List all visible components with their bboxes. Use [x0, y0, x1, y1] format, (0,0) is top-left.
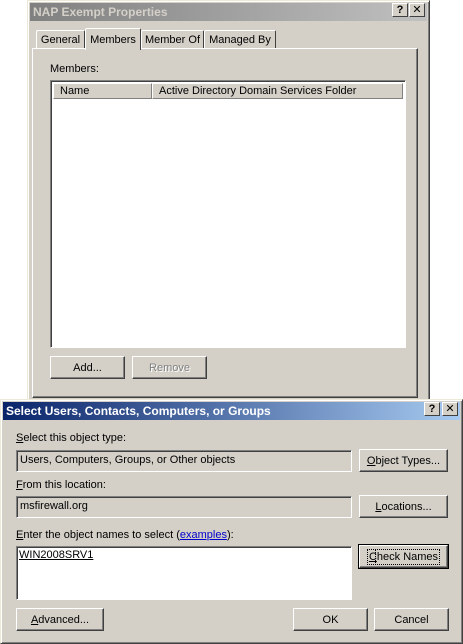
location-field: msfirewall.org — [16, 496, 352, 518]
close-icon: ✕ — [412, 3, 422, 16]
tab-label: Member Of — [144, 33, 200, 46]
cancel-button[interactable]: Cancel — [374, 608, 449, 631]
properties-close-button[interactable]: ✕ — [409, 3, 425, 17]
locations-button[interactable]: Locations... — [359, 495, 448, 518]
column-header-name[interactable]: Name — [53, 83, 152, 99]
column-header-folder[interactable]: Active Directory Domain Services Folder — [152, 83, 403, 99]
tab-general[interactable]: General — [36, 30, 85, 48]
tab-label: Managed By — [209, 33, 271, 46]
object-names-label: Enter the object names to select (exampl… — [16, 529, 234, 541]
dialog-title: Select Users, Contacts, Computers, or Gr… — [6, 404, 271, 418]
dialog-close-button[interactable]: ✕ — [442, 402, 458, 416]
object-type-field: Users, Computers, Groups, or Other objec… — [16, 450, 352, 472]
remove-button[interactable]: Remove — [132, 356, 207, 379]
members-list[interactable]: Name Active Directory Domain Services Fo… — [50, 80, 406, 348]
object-type-label: Select this object type: — [16, 432, 127, 444]
tab-label: General — [40, 33, 81, 46]
close-icon: ✕ — [445, 402, 455, 415]
tab-label: Members — [90, 33, 136, 46]
location-label: From this location: — [16, 479, 106, 491]
advanced-button[interactable]: Advanced... — [16, 608, 104, 631]
properties-help-button[interactable]: ? — [392, 3, 408, 17]
check-names-button[interactable]: Check Names — [358, 544, 449, 569]
add-button[interactable]: Add... — [50, 356, 125, 379]
ok-button[interactable]: OK — [293, 608, 368, 631]
tab-member-of[interactable]: Member Of — [141, 30, 204, 48]
tab-managed-by[interactable]: Managed By — [204, 30, 276, 48]
object-names-input[interactable]: WIN2008SRV1 — [16, 546, 352, 600]
dialog-help-button[interactable]: ? — [424, 402, 440, 416]
examples-link[interactable]: examples — [180, 529, 227, 541]
select-objects-dialog: Select Users, Contacts, Computers, or Gr… — [0, 399, 463, 644]
help-icon: ? — [396, 3, 404, 16]
tab-members[interactable]: Members — [85, 28, 141, 50]
dialog-title-bar[interactable]: Select Users, Contacts, Computers, or Gr… — [3, 402, 460, 420]
object-types-button[interactable]: Object Types... — [359, 449, 448, 472]
properties-title: NAP Exempt Properties — [33, 5, 168, 19]
properties-title-bar[interactable]: NAP Exempt Properties — [30, 3, 427, 21]
members-label: Members: — [50, 63, 99, 75]
help-icon: ? — [428, 402, 436, 415]
